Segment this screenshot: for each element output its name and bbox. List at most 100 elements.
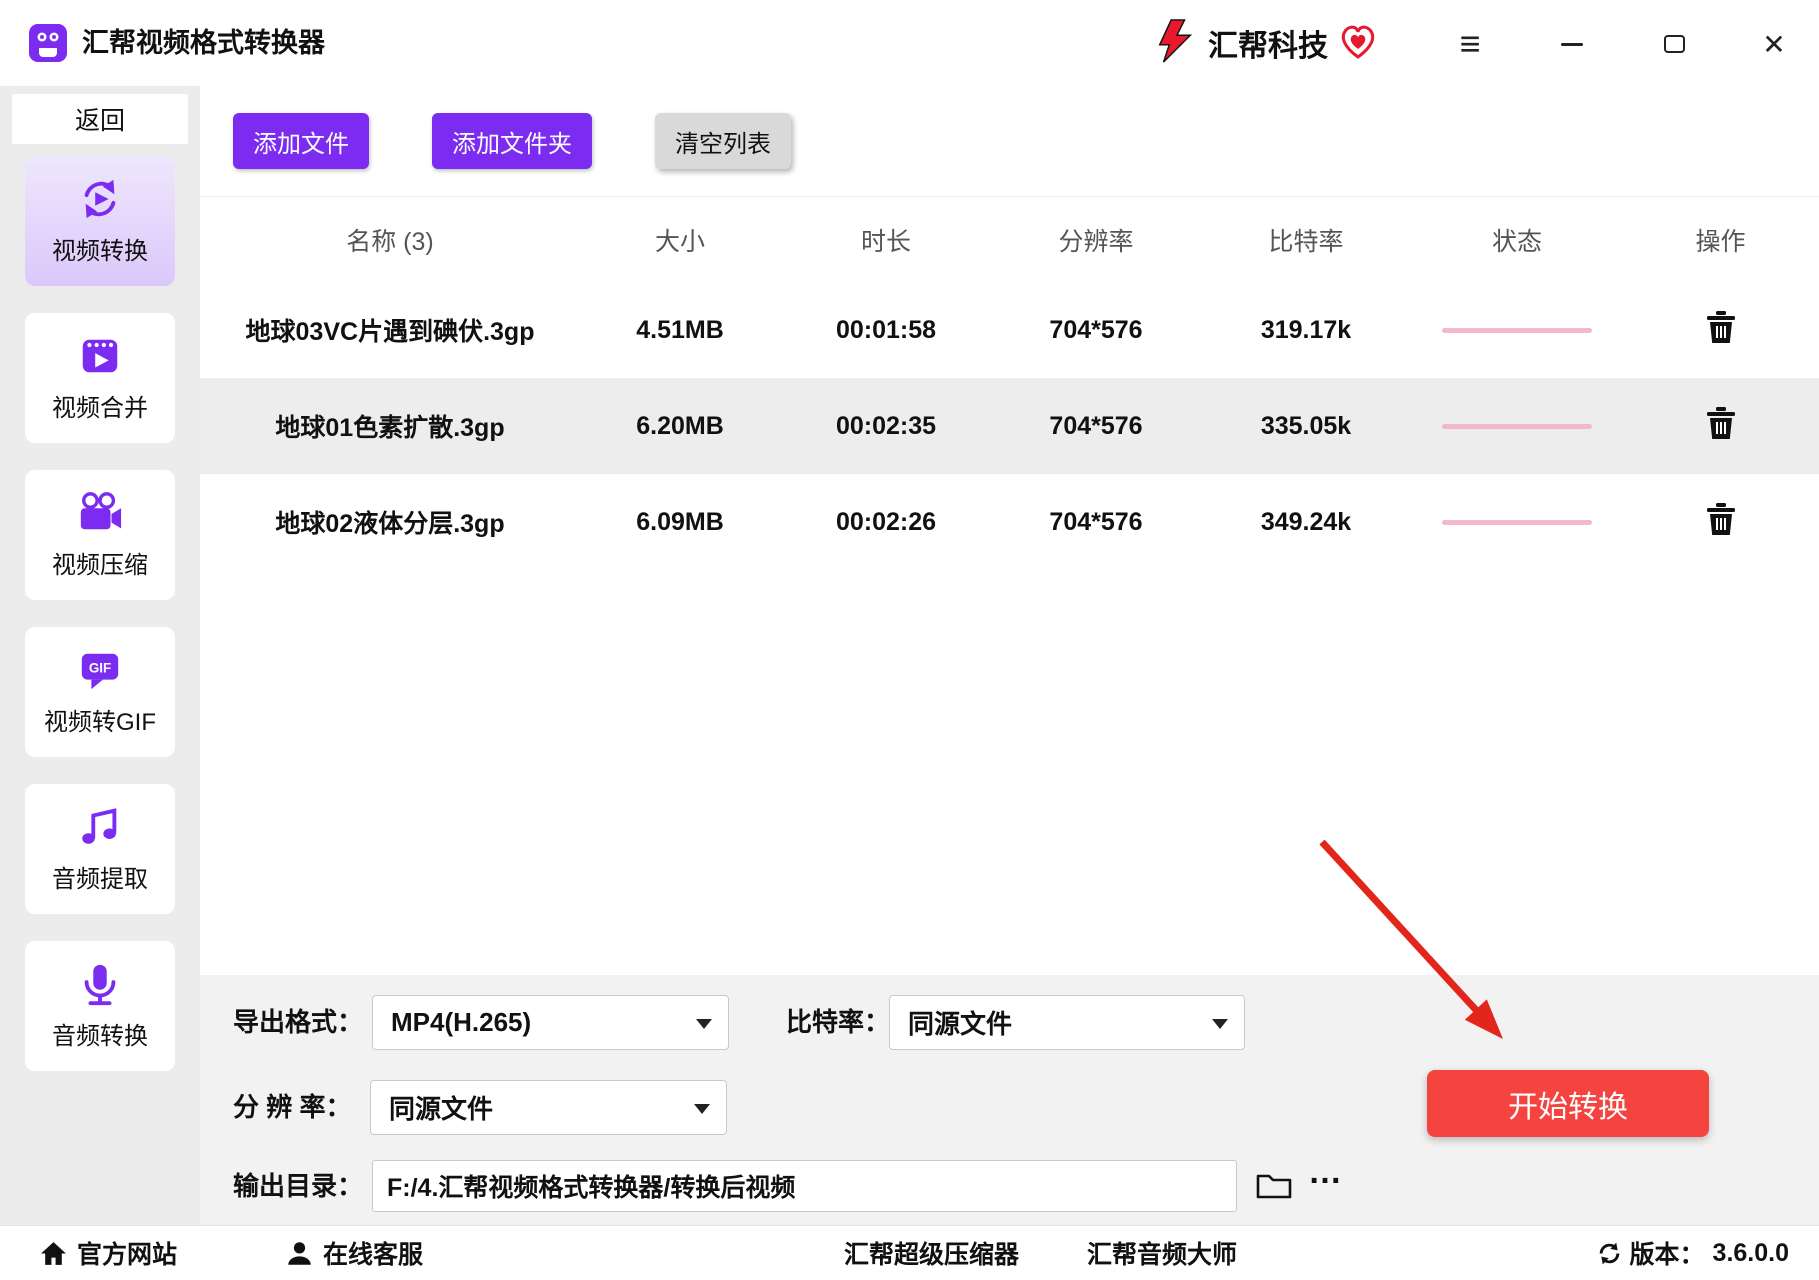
sidebar: 返回 视频转换 视频合并 视频压缩 GIF 视频转GIF 音频提取 音频转换 [0, 86, 200, 1225]
heart-badge-icon [1338, 21, 1378, 66]
audio-convert-icon [77, 961, 123, 1007]
resolution-select[interactable]: 同源文件 [370, 1080, 727, 1135]
file-size: 6.09MB [636, 507, 724, 536]
delete-file-button[interactable] [1706, 310, 1736, 344]
trash-icon [1706, 502, 1735, 535]
file-bitrate: 335.05k [1260, 411, 1352, 440]
version-info: 版本： 3.6.0.0 [1597, 1226, 1789, 1280]
trash-icon [1706, 310, 1735, 343]
file-name: 地球03VC片遇到碘伏.3gp [245, 318, 535, 346]
maximize-icon [1663, 35, 1685, 53]
brand-lightning-icon [1152, 18, 1198, 69]
export-format-label: 导出格式： [233, 1007, 364, 1037]
column-header-status: 状态 [1491, 227, 1542, 256]
audio-master-link[interactable]: 汇帮音频大师 [1087, 1226, 1237, 1280]
version-label: 版本： [1629, 1241, 1705, 1269]
menu-icon[interactable]: ≡ [1448, 23, 1492, 65]
column-header-name: 名称 (3) [346, 227, 434, 256]
add-file-button[interactable]: 添加文件 [233, 113, 369, 169]
minimize-button[interactable] [1550, 23, 1594, 65]
trash-icon [1706, 406, 1735, 439]
sidebar-item-audio-extract[interactable]: 音频提取 [25, 784, 175, 914]
column-header-size: 大小 [654, 227, 705, 256]
output-dir-input[interactable] [372, 1160, 1237, 1212]
file-resolution: 704*576 [1049, 507, 1143, 536]
file-duration: 00:02:26 [835, 507, 937, 536]
folder-open-icon [1256, 1174, 1292, 1199]
table-row[interactable]: 地球03VC片遇到碘伏.3gp 4.51MB 00:01:58 704*576 … [200, 282, 1819, 378]
minimize-icon [1561, 42, 1583, 46]
file-bitrate: 349.24k [1260, 507, 1352, 536]
clear-list-button[interactable]: 清空列表 [655, 113, 791, 169]
file-name: 地球02液体分层.3gp [275, 510, 505, 538]
table-header: 名称 (3) 大小 时长 分辨率 比特率 状态 操作 [200, 196, 1819, 282]
app-logo-icon [28, 23, 68, 63]
online-service-link[interactable]: 在线客服 [286, 1226, 423, 1280]
progress-bar [1442, 327, 1592, 333]
table-row[interactable]: 地球01色素扩散.3gp 6.20MB 00:02:35 704*576 335… [200, 378, 1819, 474]
chevron-down-icon [1212, 1018, 1228, 1029]
resolution-value: 同源文件 [389, 1094, 494, 1124]
maximize-button[interactable] [1652, 23, 1696, 65]
video-to-gif-icon: GIF [77, 647, 123, 693]
statusbar: 官方网站 在线客服 汇帮超级压缩器 汇帮音频大师 版本： 3.6.0.0 [0, 1225, 1819, 1279]
file-bitrate: 319.17k [1260, 315, 1352, 344]
chevron-down-icon [694, 1103, 710, 1114]
official-site-link[interactable]: 官方网站 [40, 1226, 177, 1280]
progress-bar [1442, 519, 1592, 525]
refresh-icon[interactable] [1597, 1241, 1622, 1266]
resolution-label: 分 辨 率： [233, 1092, 352, 1122]
sidebar-item-audio-convert[interactable]: 音频转换 [25, 941, 175, 1071]
add-folder-button[interactable]: 添加文件夹 [432, 113, 592, 169]
brand: 汇帮科技 [1152, 0, 1378, 86]
export-format-select[interactable]: MP4(H.265) [372, 995, 729, 1050]
toolbar: 添加文件 添加文件夹 清空列表 [200, 86, 1819, 196]
more-options-button[interactable]: … [1308, 1153, 1344, 1192]
sidebar-item-label: 视频转换 [52, 238, 148, 265]
back-button[interactable]: 返回 [12, 94, 188, 144]
table-row[interactable]: 地球02液体分层.3gp 6.09MB 00:02:26 704*576 349… [200, 474, 1819, 570]
video-convert-icon [77, 176, 123, 222]
file-duration: 00:02:35 [835, 411, 937, 440]
delete-file-button[interactable] [1706, 406, 1736, 440]
bitrate-label: 比特率： [786, 1007, 891, 1037]
close-button[interactable]: ✕ [1752, 23, 1796, 65]
home-icon [41, 1241, 66, 1265]
file-size: 6.20MB [636, 411, 724, 440]
column-header-action: 操作 [1695, 227, 1746, 256]
brand-name: 汇帮科技 [1208, 30, 1328, 63]
sidebar-item-label: 视频合并 [52, 395, 148, 422]
sidebar-item-video-to-gif[interactable]: GIF 视频转GIF [25, 627, 175, 757]
sidebar-item-video-merge[interactable]: 视频合并 [25, 313, 175, 443]
bitrate-select[interactable]: 同源文件 [889, 995, 1245, 1050]
customer-service-icon [288, 1241, 311, 1265]
app-window: 汇帮视频格式转换器 汇帮科技 ≡ ✕ 返回 视频转换 视频合并 视频压缩 GIF… [0, 0, 1819, 1279]
file-duration: 00:01:58 [835, 315, 937, 344]
output-dir-label: 输出目录： [233, 1171, 364, 1201]
video-compress-icon [77, 490, 123, 536]
open-folder-button[interactable] [1256, 1171, 1292, 1203]
delete-file-button[interactable] [1706, 502, 1736, 536]
super-compressor-link[interactable]: 汇帮超级压缩器 [844, 1226, 1019, 1280]
sidebar-item-video-compress[interactable]: 视频压缩 [25, 470, 175, 600]
sidebar-item-label: 音频提取 [52, 866, 148, 893]
app-title: 汇帮视频格式转换器 [82, 28, 325, 58]
bitrate-value: 同源文件 [908, 1009, 1013, 1039]
sidebar-item-video-convert[interactable]: 视频转换 [25, 156, 175, 286]
start-convert-button[interactable]: 开始转换 [1427, 1070, 1709, 1137]
svg-text:GIF: GIF [89, 660, 111, 675]
sidebar-item-label: 视频压缩 [52, 552, 148, 579]
file-size: 4.51MB [636, 315, 724, 344]
file-name: 地球01色素扩散.3gp [275, 414, 505, 442]
online-service-label: 在线客服 [323, 1241, 424, 1269]
file-resolution: 704*576 [1049, 315, 1143, 344]
video-merge-icon [77, 333, 123, 379]
chevron-down-icon [696, 1018, 712, 1029]
sidebar-item-label: 视频转GIF [44, 709, 156, 736]
column-header-bitrate: 比特率 [1268, 227, 1344, 256]
audio-extract-icon [77, 804, 123, 850]
list-empty-space [200, 570, 1819, 975]
version-value: 3.6.0.0 [1712, 1238, 1789, 1267]
file-resolution: 704*576 [1049, 411, 1143, 440]
main-area: 添加文件 添加文件夹 清空列表 名称 (3) 大小 时长 分辨率 比特率 状态 … [200, 86, 1819, 1225]
